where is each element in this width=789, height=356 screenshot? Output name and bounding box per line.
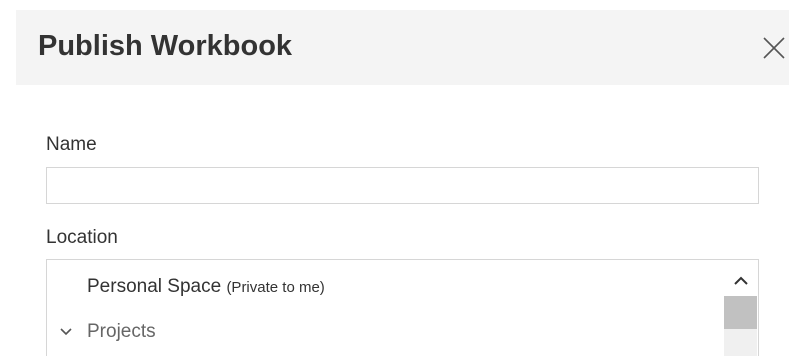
- personal-space-name: Personal Space: [87, 276, 222, 297]
- dialog-header: Publish Workbook: [16, 10, 789, 85]
- location-label: Location: [46, 227, 118, 248]
- scroll-track[interactable]: [724, 329, 757, 356]
- location-list: Personal Space (Private to me) Projects: [46, 259, 759, 356]
- location-item-personal-space[interactable]: Personal Space (Private to me): [47, 270, 723, 304]
- location-scrollbar[interactable]: [723, 260, 759, 356]
- publish-workbook-dialog: Publish Workbook Name Location Personal …: [0, 0, 789, 356]
- personal-space-label: Personal Space (Private to me): [87, 276, 325, 299]
- personal-space-note: (Private to me): [226, 279, 325, 296]
- name-label: Name: [46, 134, 97, 155]
- name-input[interactable]: [46, 167, 759, 204]
- projects-label: Projects: [87, 321, 156, 342]
- close-icon: [763, 37, 785, 59]
- chevron-up-icon: [734, 276, 748, 285]
- scroll-thumb[interactable]: [724, 296, 757, 329]
- scroll-up-button[interactable]: [729, 272, 753, 290]
- dialog-title: Publish Workbook: [38, 30, 293, 62]
- chevron-down-icon[interactable]: [60, 327, 72, 337]
- close-button[interactable]: [760, 34, 788, 62]
- location-item-projects[interactable]: Projects: [47, 315, 723, 349]
